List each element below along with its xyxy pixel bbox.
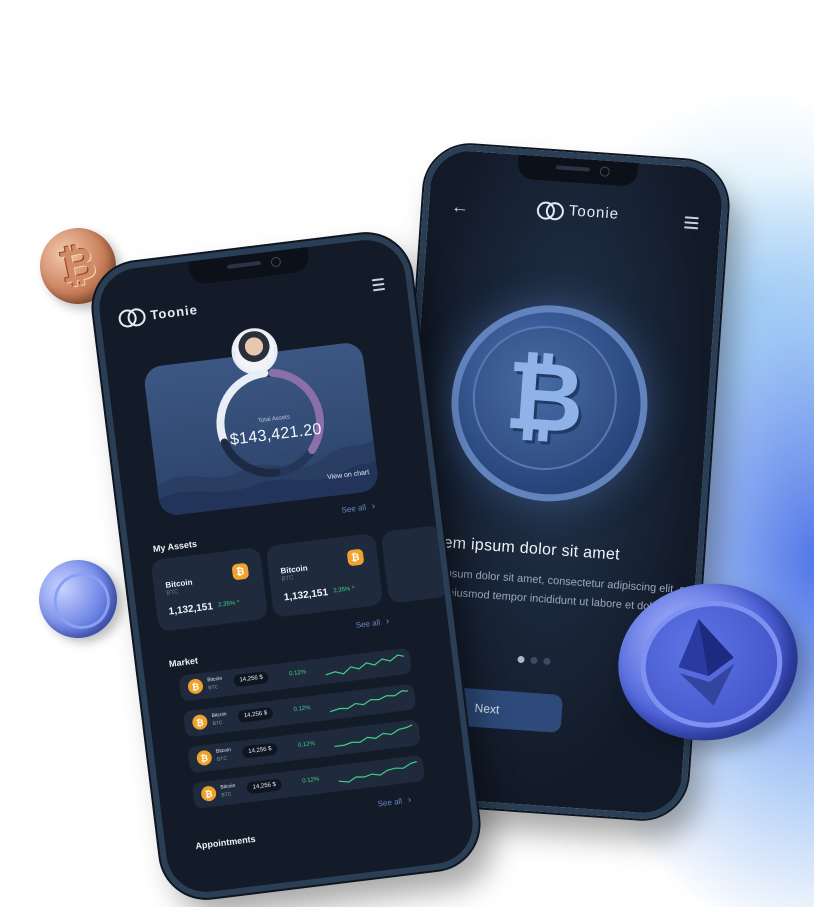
app-logo: Toonie	[536, 200, 620, 223]
market-change: 0.12%	[297, 740, 316, 749]
market-coin-name: Bitcoin	[206, 675, 223, 684]
market-coin-symbol: BTC	[221, 791, 232, 799]
market-title: Market	[168, 655, 199, 669]
market-change: 0.12%	[288, 669, 307, 678]
asset-price: 1,132,151	[168, 601, 214, 618]
market-price: 14,256 $	[232, 670, 270, 688]
bitcoin-icon: ₿	[231, 562, 250, 581]
market-coin-symbol: BTC	[216, 755, 228, 763]
chevron-right-icon: ›	[385, 615, 390, 628]
page-dot[interactable]	[543, 657, 551, 666]
market-coin-name: Bitcoin	[220, 782, 236, 791]
market-coin-symbol: BTC	[207, 684, 219, 692]
market-coin-name: Bitcoin	[211, 711, 228, 720]
bitcoin-hero-icon: ₿	[444, 298, 655, 508]
toonie-logo-icon	[117, 307, 147, 329]
asset-card[interactable]: ₿ Bitcoin BTC 1,132,151 2,35% ^	[265, 532, 384, 618]
market-change: 0.12%	[293, 705, 311, 714]
asset-change: 2,35% ^	[217, 599, 241, 609]
app-name: Toonie	[149, 301, 199, 323]
bitcoin-icon: ₿	[200, 785, 218, 802]
see-all-market-link[interactable]: See all ›	[355, 616, 390, 631]
sparkline	[334, 724, 413, 748]
bitcoin-icon: ₿	[195, 749, 213, 767]
chevron-right-icon: ›	[371, 500, 376, 513]
menu-icon[interactable]	[371, 277, 386, 294]
onboarding-title: Lorem ipsum dolor sit amet	[418, 532, 621, 564]
bitcoin-icon: ₿	[191, 713, 209, 731]
market-coin-name: Bitcoin	[215, 747, 232, 755]
page-indicator	[517, 655, 551, 666]
asset-change: 2,35% ^	[333, 585, 356, 595]
menu-icon[interactable]	[684, 216, 699, 232]
page-dot[interactable]	[530, 656, 538, 665]
see-all-assets-link[interactable]: See all ›	[341, 501, 376, 516]
market-price: 14,256 $	[246, 778, 283, 795]
asset-name: Bitcoin	[280, 563, 309, 576]
market-change: 0.12%	[302, 776, 320, 785]
phone-notch	[517, 154, 639, 187]
back-arrow-icon[interactable]: ←	[450, 196, 469, 218]
asset-card[interactable]: ₿ Bitcoin BTC 1,132,151 2,35% ^	[150, 547, 269, 632]
my-assets-title: My Assets	[152, 538, 198, 555]
asset-symbol: BTC	[281, 575, 294, 583]
page-dot-active[interactable]	[517, 655, 525, 664]
asset-card-partial[interactable]	[380, 524, 449, 604]
market-price: 14,256 $	[237, 706, 274, 723]
bitcoin-icon: ₿	[187, 678, 204, 695]
bitcoin-icon: ₿	[346, 548, 365, 567]
chevron-right-icon: ›	[407, 794, 412, 806]
asset-name: Bitcoin	[164, 577, 193, 590]
market-coin-symbol: BTC	[212, 719, 224, 728]
asset-symbol: BTC	[166, 589, 179, 597]
sparkline	[338, 760, 417, 783]
phone-notch	[188, 247, 311, 286]
app-logo: Toonie	[117, 301, 199, 329]
appointments-title: Appointments	[194, 833, 257, 852]
toonie-logo-icon	[536, 200, 565, 221]
sparkline	[329, 690, 409, 713]
app-name: Toonie	[568, 202, 620, 223]
sparkline	[325, 654, 405, 676]
market-price: 14,256 $	[241, 742, 279, 759]
see-all-appointments-link[interactable]: See all ›	[377, 795, 412, 810]
asset-price: 1,132,151	[283, 587, 329, 604]
